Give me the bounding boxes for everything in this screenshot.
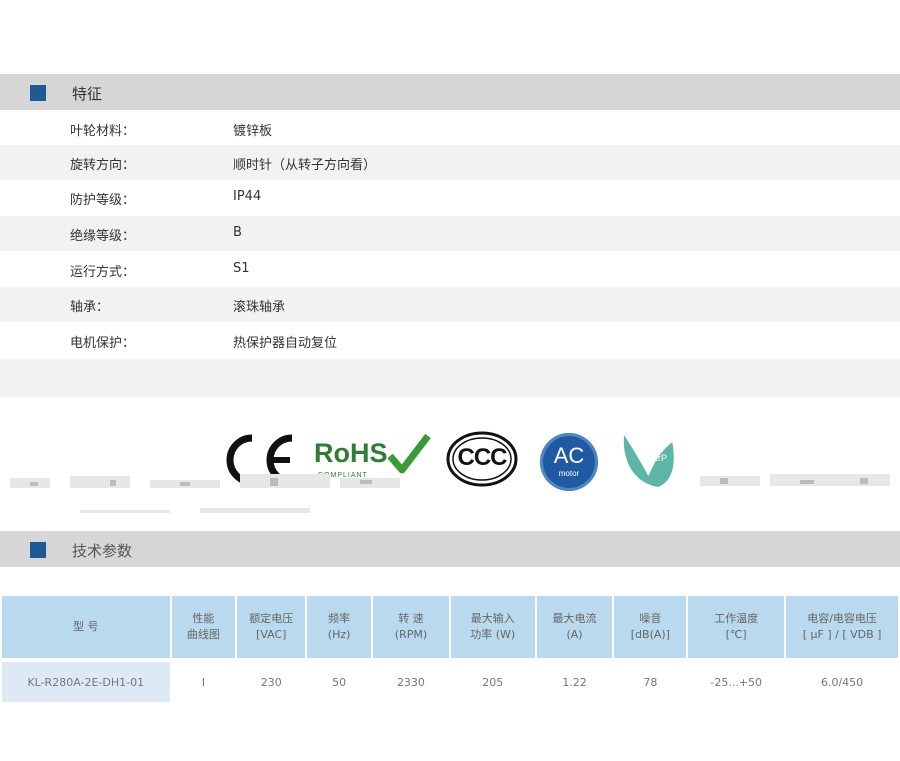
image-artifact-band xyxy=(10,474,890,513)
feature-label: 电机保护： xyxy=(70,336,136,351)
feature-row: 轴承： 滚珠轴承 xyxy=(0,287,900,322)
cell-capacitor: 6.0/450 xyxy=(786,658,898,702)
header-current: 最大电流 (A) xyxy=(536,596,613,658)
feature-label: 运行方式： xyxy=(70,265,136,280)
header-noise: 噪音 [dB(A)] xyxy=(614,596,687,658)
feature-label: 叶轮材料： xyxy=(70,124,136,139)
feature-row: 运行方式： S1 xyxy=(0,252,900,287)
feature-value: 热保护器自动复位 xyxy=(233,336,338,351)
feature-row: 绝缘等级： B xyxy=(0,216,900,251)
ac-text: AC xyxy=(553,443,585,468)
cell-current: 1.22 xyxy=(536,658,613,702)
header-voltage: 额定电压 [VAC] xyxy=(237,596,306,658)
cell-model: KL-R280A-2E-DH1-01 xyxy=(2,658,170,702)
feature-label: 轴承： xyxy=(70,300,110,315)
erp-text: ErP xyxy=(652,453,668,463)
header-capacitor: 电容/电容电压[ μF ] / [ VDB ] xyxy=(786,596,898,658)
header-temperature: 工作温度 [℃] xyxy=(688,596,785,658)
header-power: 最大输入 功率 (W) xyxy=(450,596,535,658)
header-frequency: 频率 (Hz) xyxy=(307,596,372,658)
feature-row: 防护等级： IP44 xyxy=(0,180,900,215)
feature-value: IP44 xyxy=(233,189,262,204)
header-model: 型 号 xyxy=(2,596,170,658)
ccc-text: CCC xyxy=(457,444,508,471)
features-header: 特征 xyxy=(0,74,900,110)
features-title: 特征 xyxy=(72,85,103,103)
table-row: KL-R280A-2E-DH1-01 I 230 50 2330 205 1.2… xyxy=(2,658,898,702)
feature-row: 旋转方向： 顺时针（从转子方向看） xyxy=(0,145,900,180)
feature-label: 绝缘等级： xyxy=(70,229,136,244)
feature-value: 镀锌板 xyxy=(233,124,273,139)
feature-label: 旋转方向： xyxy=(70,158,136,173)
feature-value: S1 xyxy=(233,261,250,276)
header-speed: 转 速 (RPM) xyxy=(373,596,449,658)
feature-row: 叶轮材料： 镀锌板 xyxy=(0,111,900,146)
cell-frequency: 50 xyxy=(307,658,372,702)
cell-voltage: 230 xyxy=(237,658,306,702)
feature-value: B xyxy=(233,225,242,240)
section-marker xyxy=(30,85,46,101)
table-header-row: 型 号 性能 曲线图 额定电压 [VAC] 频率 (Hz) 转 速 (RPM) 最大输入… xyxy=(2,596,898,658)
feature-row: 电机保护： 热保护器自动复位 xyxy=(0,323,900,358)
header-curve: 性能 曲线图 xyxy=(171,596,236,658)
cell-power: 205 xyxy=(450,658,535,702)
cell-speed: 2330 xyxy=(373,658,449,702)
cell-curve[interactable]: I xyxy=(171,658,236,702)
rohs-text: RoHS xyxy=(314,438,388,468)
feature-row-empty xyxy=(0,359,900,397)
cell-noise: 78 xyxy=(614,658,687,702)
specs-header: 技术参数 xyxy=(0,531,900,567)
section-marker xyxy=(30,542,46,558)
feature-label: 防护等级： xyxy=(70,193,136,208)
feature-value: 顺时针（从转子方向看） xyxy=(233,158,377,173)
specs-table: 型 号 性能 曲线图 额定电压 [VAC] 频率 (Hz) 转 速 (RPM) 最大输入… xyxy=(0,596,900,702)
feature-value: 滚珠轴承 xyxy=(233,300,286,315)
cell-temperature: -25...+50 xyxy=(688,658,785,702)
specs-title: 技术参数 xyxy=(72,542,133,560)
